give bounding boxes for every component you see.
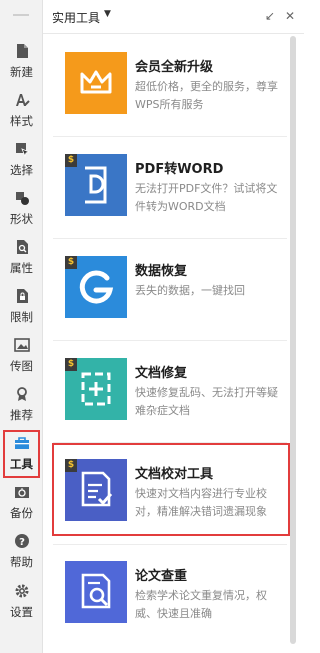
tool-description: 快速对文档内容进行专业校对，精准解决错词遗漏现象 — [135, 487, 267, 518]
sidebar-item-label: 限制 — [10, 310, 33, 324]
tool-card-pdf-to-word[interactable]: $ PDF转WORD 无法打开PDF文件？试试将文件转为WORD文档 — [53, 146, 287, 242]
sidebar-item-label: 工具 — [10, 457, 33, 471]
tool-title: 文档校对工具 — [135, 467, 214, 482]
paid-badge: $ — [65, 459, 77, 472]
scrollbar[interactable] — [290, 36, 296, 644]
sidebar-item-label: 推荐 — [10, 408, 33, 422]
sidebar-item-label: 帮助 — [10, 555, 33, 569]
toolbox-icon — [5, 434, 38, 456]
sidebar-item-recommend[interactable]: 推荐 — [0, 383, 43, 431]
sidebar-item-label: 新建 — [10, 65, 33, 79]
sidebar-item-help[interactable]: ? 帮助 — [0, 530, 43, 578]
sidebar-item-backup[interactable]: 备份 — [0, 481, 43, 529]
crown-icon — [65, 52, 127, 114]
tool-title: 数据恢复 — [135, 264, 188, 279]
sidebar-item-label: 传图 — [10, 359, 33, 373]
divider — [53, 340, 287, 341]
tool-description: 检索学术论文重复情况，权威、快速且准确 — [135, 589, 267, 620]
divider — [53, 544, 287, 545]
sidebar-item-style[interactable]: 样式 — [0, 89, 43, 137]
style-icon — [0, 91, 43, 113]
paid-badge: $ — [65, 256, 77, 269]
sidebar-item-label: 设置 — [10, 605, 33, 619]
sidebar-item-label: 属性 — [10, 261, 33, 275]
sidebar-item-restrict[interactable]: 限制 — [0, 285, 43, 333]
tool-title: 论文查重 — [135, 569, 188, 584]
sidebar-item-label: 形状 — [10, 212, 33, 226]
tool-title: PDF转WORD — [135, 162, 224, 177]
image-upload-icon — [0, 336, 43, 358]
recommend-icon — [0, 385, 43, 407]
sidebar-item-shape[interactable]: 形状 — [0, 187, 43, 235]
paid-badge: $ — [65, 358, 77, 371]
tool-card-paper-check[interactable]: 论文查重 检索学术论文重复情况，权威、快速且准确 — [53, 553, 287, 649]
tool-card-membership[interactable]: 会员全新升级 超低价格，更全的服务，尊享WPS所有服务 — [53, 44, 287, 140]
sidebar-item-label: 选择 — [10, 163, 33, 177]
panel-title[interactable]: 实用工具 — [52, 9, 100, 26]
panel-header: 实用工具 ▼ ↙ ✕ — [43, 0, 304, 34]
new-file-icon — [0, 42, 43, 64]
paper-check-icon — [65, 561, 127, 623]
tool-card-doc-repair[interactable]: $ 文档修复 快速修复乱码、无法打开等疑难杂症文档 — [53, 350, 287, 446]
tool-card-data-recovery[interactable]: $ 数据恢复 丢失的数据，一键找回 — [53, 248, 287, 344]
tool-description: 超低价格，更全的服务，尊享WPS所有服务 — [135, 80, 278, 111]
svg-text:?: ? — [19, 537, 25, 548]
sidebar-item-properties[interactable]: 属性 — [0, 236, 43, 284]
collapse-icon[interactable]: ↙ — [263, 9, 277, 23]
sidebar-item-new[interactable]: 新建 — [0, 40, 43, 88]
close-icon[interactable]: ✕ — [283, 9, 297, 23]
tool-description: 快速修复乱码、无法打开等疑难杂症文档 — [135, 386, 278, 417]
tool-title: 会员全新升级 — [135, 60, 214, 75]
left-toolbar: 新建 样式 选择 形状 属性 限制 传图 推荐 工具 备份 ? 帮助 设置 — [0, 0, 43, 653]
sidebar-item-upload-image[interactable]: 传图 — [0, 334, 43, 382]
tool-description: 无法打开PDF文件？试试将文件转为WORD文档 — [135, 182, 278, 213]
select-icon — [0, 140, 43, 162]
sidebar-item-label: 样式 — [10, 114, 33, 128]
backup-icon — [0, 483, 43, 505]
divider — [53, 238, 287, 239]
tool-card-doc-proofread[interactable]: $ 文档校对工具 快速对文档内容进行专业校对，精准解决错词遗漏现象 — [52, 443, 290, 536]
tool-title: 文档修复 — [135, 366, 188, 381]
paid-badge: $ — [65, 154, 77, 167]
lock-file-icon — [0, 287, 43, 309]
sidebar-item-select[interactable]: 选择 — [0, 138, 43, 186]
properties-icon — [0, 238, 43, 260]
settings-icon — [0, 582, 43, 604]
sidebar-item-tools[interactable]: 工具 — [3, 430, 40, 478]
shape-icon — [0, 189, 43, 211]
chevron-down-icon[interactable]: ▼ — [104, 9, 111, 19]
sidebar-item-label: 备份 — [10, 506, 33, 520]
sidebar-item-settings[interactable]: 设置 — [0, 580, 43, 628]
toolbar-grip[interactable] — [13, 14, 29, 16]
tool-description: 丢失的数据，一键找回 — [135, 284, 245, 297]
divider — [53, 136, 287, 137]
help-icon: ? — [0, 532, 43, 554]
